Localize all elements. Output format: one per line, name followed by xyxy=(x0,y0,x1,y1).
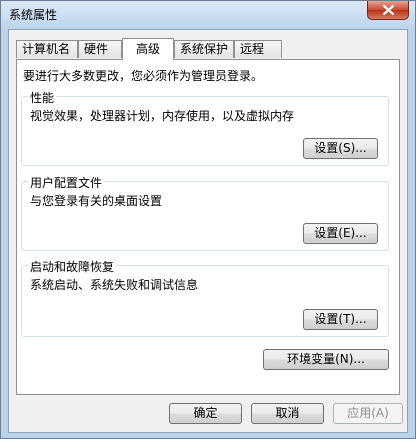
window-title: 系统属性 xyxy=(9,8,58,22)
user-profiles-settings-button[interactable]: 设置(E)... xyxy=(303,223,378,244)
startup-recovery-title: 启动和故障恢复 xyxy=(28,258,117,275)
performance-description: 视觉效果，处理器计划，内存使用，以及虚拟内存 xyxy=(30,109,295,123)
close-icon xyxy=(383,5,394,15)
user-profiles-group: 用户配置文件 与您登录有关的桌面设置 设置(E)... xyxy=(21,174,389,251)
tab-hardware[interactable]: 硬件 xyxy=(78,40,122,58)
tab-computer-name[interactable]: 计算机名 xyxy=(16,40,78,58)
system-properties-window: 系统属性 计算机名 硬件 高级 系统保护 远程 确定 取消 应用(A) 要进行大… xyxy=(0,0,416,439)
close-button[interactable] xyxy=(367,1,409,20)
tab-advanced[interactable]: 高级 xyxy=(122,38,174,60)
environment-variables-button[interactable]: 环境变量(N)... xyxy=(263,349,389,370)
title-bar[interactable]: 系统属性 xyxy=(1,1,415,29)
performance-title: 性能 xyxy=(28,89,57,106)
startup-recovery-description: 系统启动、系统失败和调试信息 xyxy=(30,278,199,292)
cancel-button[interactable]: 取消 xyxy=(251,403,324,424)
user-profiles-title: 用户配置文件 xyxy=(28,174,105,191)
tab-remote[interactable]: 远程 xyxy=(234,40,282,58)
performance-settings-button[interactable]: 设置(S)... xyxy=(303,138,378,159)
performance-group: 性能 视觉效果，处理器计划，内存使用，以及虚拟内存 设置(S)... xyxy=(21,89,389,166)
ok-button[interactable]: 确定 xyxy=(169,403,242,424)
user-profiles-description: 与您登录有关的桌面设置 xyxy=(30,194,163,208)
admin-notice: 要进行大多数更改，您必须作为管理员登录。 xyxy=(23,69,264,83)
startup-recovery-group: 启动和故障恢复 系统启动、系统失败和调试信息 设置(T)... xyxy=(21,258,389,337)
apply-button[interactable]: 应用(A) xyxy=(333,403,403,424)
tab-system-protection[interactable]: 系统保护 xyxy=(174,40,234,58)
startup-recovery-settings-button[interactable]: 设置(T)... xyxy=(303,309,378,330)
